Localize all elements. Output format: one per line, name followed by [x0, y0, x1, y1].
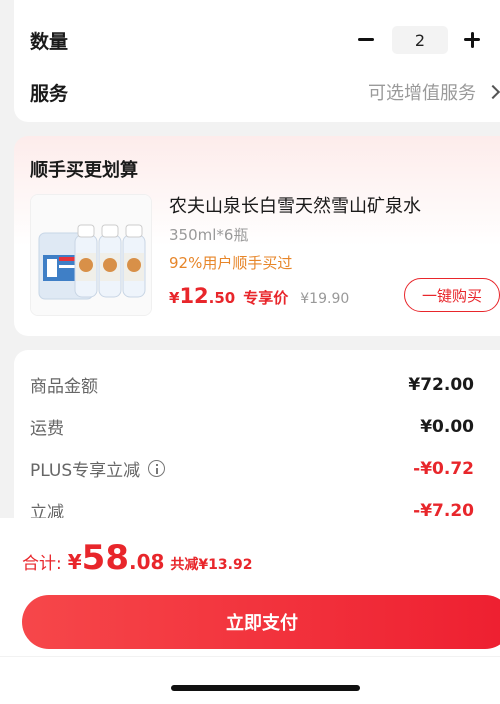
one-click-buy-button[interactable]: 一键购买 [404, 278, 500, 312]
pay-now-button[interactable]: 立即支付 [22, 595, 500, 649]
total-integer: 58 [81, 538, 129, 578]
amount-value: ¥72.00 [408, 374, 474, 395]
home-indicator[interactable] [171, 685, 360, 691]
quantity-row: 数量 [30, 26, 484, 54]
original-price: ¥19.90 [300, 291, 350, 307]
amount-label: 运费 [30, 419, 64, 439]
quantity-stepper [354, 26, 484, 54]
amount-label: PLUS专享立减 [30, 461, 141, 481]
minus-icon[interactable] [354, 28, 378, 52]
product-spec: 350ml*6瓶 [169, 226, 249, 244]
price-tag: 专享价 [243, 289, 289, 307]
amount-row-goods: 商品金额 ¥72.00 [30, 372, 474, 398]
amount-row-plus-discount: PLUS专享立减 -¥0.72 [30, 456, 474, 482]
total-label: 合计: [22, 554, 62, 574]
total-symbol: ¥ [67, 550, 82, 574]
amount-value: ¥0.00 [420, 416, 474, 437]
service-value: 可选增值服务 [368, 83, 476, 104]
chevron-right-icon [485, 84, 500, 100]
order-options-card: 数量 服务 可选增值服务 [14, 0, 500, 122]
service-row[interactable]: 服务 可选增值服务 [30, 78, 500, 106]
checkout-bar: 合计: ¥ 58 .08 共减¥13.92 立即支付 [0, 518, 500, 704]
service-label: 服务 [30, 82, 69, 105]
amount-label: 商品金额 [30, 377, 98, 397]
product-image[interactable] [30, 194, 152, 316]
quantity-input[interactable] [392, 26, 448, 54]
recommend-title: 顺手买更划算 [30, 160, 138, 181]
plus-icon[interactable] [460, 28, 484, 52]
total-line: 合计: ¥ 58 .08 共减¥13.92 [22, 538, 252, 578]
product-name[interactable]: 农夫山泉长白雪天然雪山矿泉水 [169, 192, 421, 218]
total-discount: 共减¥13.92 [170, 557, 253, 573]
price-symbol: ¥ [169, 289, 180, 307]
quantity-label: 数量 [30, 30, 69, 53]
amount-row-shipping: 运费 ¥0.00 [30, 414, 474, 440]
product-buyers-text: 92%用户顺手买过 [169, 254, 293, 272]
price-integer: 12 [179, 284, 209, 308]
total-decimal: .08 [128, 550, 165, 574]
recommend-card: 顺手买更划算 农夫山泉长白雪天然雪山矿泉水 350ml*6瓶 92%用户顺手买过… [14, 136, 500, 336]
water-bottle-pack-icon [31, 195, 151, 315]
divider [0, 656, 500, 657]
amount-value: -¥0.72 [413, 458, 474, 479]
info-icon[interactable] [148, 460, 166, 477]
product-price: ¥ 12 .50 专享价 ¥19.90 [169, 284, 349, 308]
price-decimal: .50 [208, 289, 236, 307]
